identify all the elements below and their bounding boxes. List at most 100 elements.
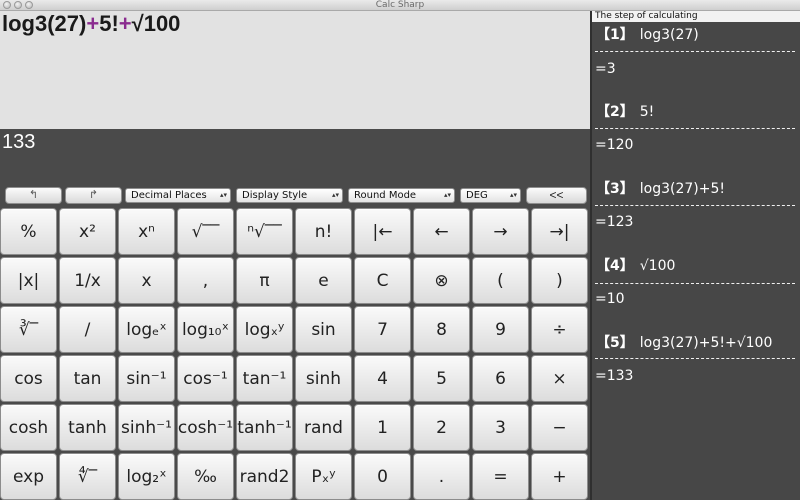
round-mode-label: Round Mode <box>354 190 417 201</box>
key-0-0[interactable]: % <box>0 208 57 255</box>
redo-button[interactable]: ↱ <box>65 187 122 204</box>
key-3-6[interactable]: 4 <box>354 355 411 402</box>
select-arrows-icon: ▴▾ <box>443 191 451 199</box>
key-1-4[interactable]: π <box>236 257 293 304</box>
key-1-5[interactable]: e <box>295 257 352 304</box>
key-1-7[interactable]: ⊗ <box>413 257 470 304</box>
key-2-5[interactable]: sin <box>295 306 352 353</box>
step-result: =133 <box>595 368 634 384</box>
key-3-3[interactable]: cos⁻¹ <box>177 355 234 402</box>
decimal-places-select[interactable]: Decimal Places ▴▾ <box>125 188 231 203</box>
select-arrows-icon: ▴▾ <box>331 191 339 199</box>
key-5-0[interactable]: exp <box>0 453 57 500</box>
key-3-5[interactable]: sinh <box>295 355 352 402</box>
step-result: =10 <box>595 291 625 307</box>
step-title: 【3】 log3(27)+5! <box>596 178 725 198</box>
expression-operator: + <box>118 11 132 36</box>
key-3-0[interactable]: cos <box>0 355 57 402</box>
display-style-label: Display Style <box>242 190 308 201</box>
key-4-8[interactable]: 3 <box>472 404 529 451</box>
key-0-7[interactable]: ← <box>413 208 470 255</box>
key-2-1[interactable]: / <box>59 306 116 353</box>
step-index: 【1】 <box>596 27 634 43</box>
select-arrows-icon: ▴▾ <box>219 191 227 199</box>
step-title: 【2】 5! <box>596 101 654 121</box>
key-3-8[interactable]: 6 <box>472 355 529 402</box>
round-mode-select[interactable]: Round Mode ▴▾ <box>348 188 455 203</box>
key-3-9[interactable]: × <box>531 355 588 402</box>
step-separator <box>595 51 795 52</box>
key-0-1[interactable]: x² <box>59 208 116 255</box>
key-1-3[interactable]: , <box>177 257 234 304</box>
step-result: =120 <box>595 137 634 153</box>
key-2-2[interactable]: logₑˣ <box>118 306 175 353</box>
key-5-8[interactable]: = <box>472 453 529 500</box>
step-expression: 5! <box>639 104 655 120</box>
key-1-6[interactable]: C <box>354 257 411 304</box>
key-2-0[interactable]: ∛‾ <box>0 306 57 353</box>
step-title: 【4】 √100 <box>596 255 675 275</box>
step-expression: log3(27)+5!+√100 <box>639 335 773 351</box>
key-5-1[interactable]: ∜‾ <box>59 453 116 500</box>
decimal-places-label: Decimal Places <box>131 190 207 201</box>
key-3-4[interactable]: tan⁻¹ <box>236 355 293 402</box>
key-4-9[interactable]: − <box>531 404 588 451</box>
backspace-button[interactable]: << <box>526 187 587 204</box>
key-0-5[interactable]: n! <box>295 208 352 255</box>
key-3-7[interactable]: 5 <box>413 355 470 402</box>
steps-header: The step of calculating <box>592 11 800 22</box>
key-5-4[interactable]: rand2 <box>236 453 293 500</box>
key-4-1[interactable]: tanh <box>59 404 116 451</box>
key-4-3[interactable]: cosh⁻¹ <box>177 404 234 451</box>
key-4-0[interactable]: cosh <box>0 404 57 451</box>
step-separator <box>595 128 795 129</box>
key-0-4[interactable]: ⁿ√‾‾ <box>236 208 293 255</box>
key-3-1[interactable]: tan <box>59 355 116 402</box>
display-style-select[interactable]: Display Style ▴▾ <box>236 188 343 203</box>
key-1-8[interactable]: ( <box>472 257 529 304</box>
keypad: % x² xⁿ √‾‾ ⁿ√‾‾ n! |← ← → →| |x| 1/x x, π e C ⊗() ∛‾ / log… <box>0 206 590 500</box>
key-0-8[interactable]: → <box>472 208 529 255</box>
key-2-4[interactable]: logₓʸ <box>236 306 293 353</box>
key-1-0[interactable]: |x| <box>0 257 57 304</box>
toolbar: ↰ ↱ Decimal Places ▴▾ Display Style ▴▾ Rou… <box>0 185 590 206</box>
angle-mode-select[interactable]: DEG ▴▾ <box>460 188 521 203</box>
step-index: 【4】 <box>596 258 634 274</box>
key-3-2[interactable]: sin⁻¹ <box>118 355 175 402</box>
angle-mode-label: DEG <box>466 190 488 201</box>
step-expression: log3(27)+5! <box>639 181 725 197</box>
key-0-9[interactable]: →| <box>531 208 588 255</box>
step-index: 【2】 <box>596 104 634 120</box>
key-5-9[interactable]: + <box>531 453 588 500</box>
key-2-6[interactable]: 7 <box>354 306 411 353</box>
key-5-6[interactable]: 0 <box>354 453 411 500</box>
key-1-1[interactable]: 1/x <box>59 257 116 304</box>
key-4-2[interactable]: sinh⁻¹ <box>118 404 175 451</box>
key-4-6[interactable]: 1 <box>354 404 411 451</box>
key-1-9[interactable]: ) <box>531 257 588 304</box>
step-result: =3 <box>595 61 616 77</box>
step-index: 【3】 <box>596 181 634 197</box>
key-4-5[interactable]: rand <box>295 404 352 451</box>
key-2-3[interactable]: log₁₀ˣ <box>177 306 234 353</box>
key-5-7[interactable]: . <box>413 453 470 500</box>
select-arrows-icon: ▴▾ <box>509 191 517 199</box>
key-2-8[interactable]: 9 <box>472 306 529 353</box>
expression-display[interactable]: log3(27)+5!+√100 <box>0 11 590 129</box>
key-5-2[interactable]: log₂ˣ <box>118 453 175 500</box>
key-0-2[interactable]: xⁿ <box>118 208 175 255</box>
key-0-6[interactable]: |← <box>354 208 411 255</box>
key-2-9[interactable]: ÷ <box>531 306 588 353</box>
step-expression: log3(27) <box>639 27 699 43</box>
key-1-2[interactable]: x <box>118 257 175 304</box>
key-5-5[interactable]: Pₓʸ <box>295 453 352 500</box>
key-4-4[interactable]: tanh⁻¹ <box>236 404 293 451</box>
key-5-3[interactable]: ‰ <box>177 453 234 500</box>
key-4-7[interactable]: 2 <box>413 404 470 451</box>
expression-text: log3(27)+5!+√100 <box>2 11 180 37</box>
step-title: 【1】 log3(27) <box>596 24 699 44</box>
key-0-3[interactable]: √‾‾ <box>177 208 234 255</box>
expression-part: 5! <box>99 11 119 36</box>
undo-button[interactable]: ↰ <box>5 187 62 204</box>
key-2-7[interactable]: 8 <box>413 306 470 353</box>
